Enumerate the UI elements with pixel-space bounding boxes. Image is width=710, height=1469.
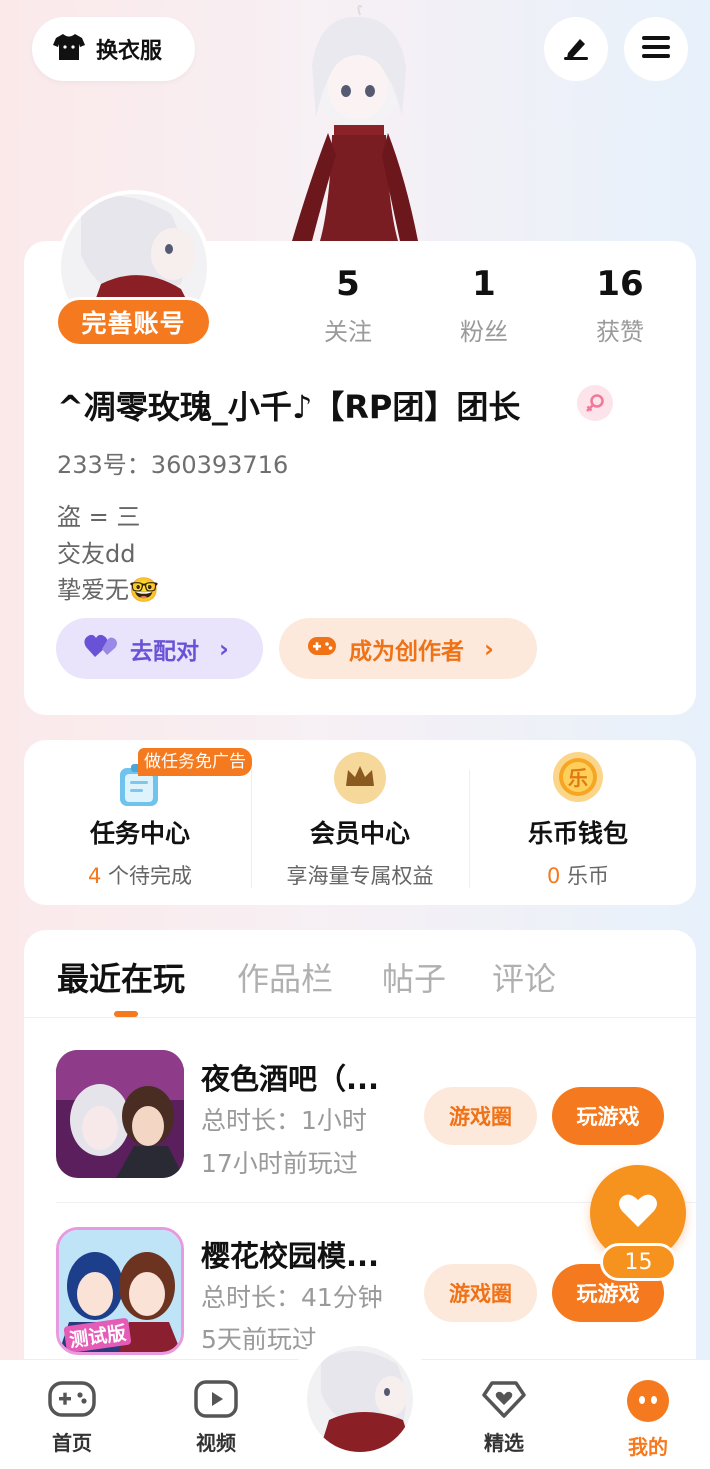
heart-icon [618, 1193, 658, 1233]
game-title: 夜色酒吧（... [201, 1062, 380, 1096]
complete-account-button[interactable]: 完善账号 [55, 297, 212, 347]
bio-line-2: 交友dd [57, 540, 136, 568]
stat-followers-label: 粉丝 [460, 318, 508, 346]
tshirt-icon [52, 32, 86, 66]
coin-wallet-subtitle: 0 乐币 [478, 860, 678, 890]
game-duration: 总时长：1小时 [201, 1106, 367, 1135]
game-circle-button[interactable]: 游戏圈 [424, 1264, 537, 1322]
stat-likes[interactable]: 16 获赞 [560, 262, 680, 347]
become-creator-label: 成为创作者 [349, 638, 464, 665]
game-last-played: 17小时前玩过 [201, 1149, 358, 1178]
play-game-button[interactable]: 玩游戏 [552, 1087, 664, 1145]
stat-following[interactable]: 5 关注 [288, 262, 408, 347]
game-circle-button[interactable]: 游戏圈 [424, 1087, 537, 1145]
coin-wallet-title: 乐币钱包 [527, 819, 628, 848]
game-title: 樱花校园模... [201, 1239, 380, 1273]
svg-text:乐: 乐 [568, 766, 588, 790]
nav-featured-label: 精选 [484, 1431, 524, 1455]
stat-followers-count: 1 [472, 264, 496, 304]
nav-video[interactable]: 视频 [171, 1379, 261, 1456]
nav-home-label: 首页 [52, 1431, 92, 1455]
task-center-subtitle: 4 个待完成 [40, 860, 240, 890]
member-center[interactable]: 会员中心 享海量专属权益 [260, 748, 460, 890]
pencil-icon [560, 31, 592, 67]
heart-diamond-icon [480, 1381, 528, 1423]
nav-featured[interactable]: 精选 [459, 1379, 549, 1456]
coin-icon: 乐 [553, 752, 603, 806]
chevron-right-icon: › [219, 634, 229, 663]
hearts-icon [84, 633, 118, 665]
coin-balance: 0 [546, 864, 561, 888]
game-icon-sakura-school[interactable]: 测试版 [56, 1227, 184, 1355]
user-id: 233号：360393716 [57, 451, 289, 479]
change-outfit-label: 换衣服 [96, 39, 163, 64]
member-center-title: 会员中心 [309, 819, 410, 848]
crown-icon [334, 752, 386, 808]
divider [251, 770, 252, 888]
game-icon-night-bar[interactable] [56, 1050, 184, 1178]
avatar-character-figure[interactable] [290, 5, 425, 241]
gamepad-icon [47, 1381, 97, 1423]
member-center-subtitle: 享海量专属权益 [286, 864, 434, 888]
pending-count: 4 [87, 864, 102, 888]
change-outfit-button[interactable]: 换衣服 [32, 17, 195, 81]
nav-video-label: 视频 [196, 1431, 236, 1455]
like-count-badge: 15 [600, 1243, 677, 1281]
game-last-played: 5天前玩过 [201, 1325, 317, 1354]
stat-following-count: 5 [336, 264, 360, 304]
tab-divider [24, 1017, 696, 1018]
game-duration: 总时长：41分钟 [201, 1283, 383, 1312]
stat-following-label: 关注 [324, 318, 372, 346]
become-creator-button[interactable]: 成为创作者 › [279, 618, 537, 679]
tab-comments[interactable]: 评论 [492, 954, 556, 1000]
divider [469, 770, 470, 888]
bio-line-1: 盗 = 三 [57, 503, 141, 531]
nav-mine[interactable]: 我的 [603, 1379, 693, 1460]
username: ^凋零玫瑰_小千♪【RP团】团长 [57, 388, 521, 426]
coin-unit: 乐币 [560, 864, 610, 888]
menu-button[interactable] [624, 17, 688, 81]
match-button[interactable]: 去配对 › [56, 618, 263, 679]
match-label: 去配对 [130, 638, 199, 665]
task-center-title: 任务中心 [89, 819, 190, 848]
pending-label: 个待完成 [101, 864, 193, 888]
stat-likes-label: 获赞 [596, 318, 644, 346]
ad-free-task-badge: 做任务免广告 [138, 748, 252, 776]
nav-center-avatar[interactable] [304, 1343, 416, 1455]
female-gender-icon [577, 385, 613, 421]
tab-posts[interactable]: 帖子 [382, 954, 446, 1000]
tab-works[interactable]: 作品栏 [237, 954, 333, 1000]
edit-button[interactable] [544, 17, 608, 81]
stat-followers[interactable]: 1 粉丝 [424, 262, 544, 347]
hamburger-menu-icon [640, 33, 672, 65]
play-video-icon [193, 1380, 239, 1423]
bio-line-3: 挚爱无🤓 [57, 576, 159, 604]
stat-likes-count: 16 [596, 264, 644, 304]
nav-home[interactable]: 首页 [27, 1379, 117, 1456]
gamepad-icon [307, 634, 337, 664]
tab-recently-played[interactable]: 最近在玩 [57, 954, 185, 1000]
nav-mine-label: 我的 [628, 1435, 668, 1459]
chevron-right-icon: › [484, 634, 494, 663]
smiley-profile-icon [626, 1380, 670, 1427]
coin-wallet[interactable]: 乐 乐币钱包 0 乐币 [478, 748, 678, 890]
